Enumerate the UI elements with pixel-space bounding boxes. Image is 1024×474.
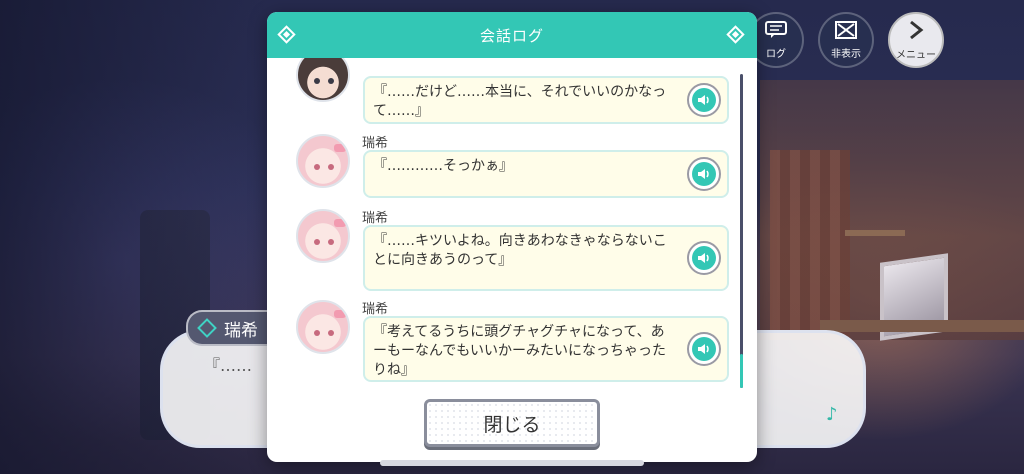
voice-play-button[interactable]: [687, 241, 721, 275]
log-bubble: 『……キツいよね。向きあわなきゃならないことに向きあうのって』: [363, 225, 729, 291]
close-button-label: 閉じる: [483, 413, 541, 436]
conversation-log-dialog: 会話ログ 『……だけど……本当に、それでいいのかなって……』 瑞希 『…………そ…: [267, 12, 757, 462]
log-list[interactable]: 『……だけど……本当に、それでいいのかなって……』 瑞希 『…………そっかぁ』: [267, 58, 757, 394]
hide-window-icon: [835, 20, 857, 43]
chevron-right-icon: [907, 20, 925, 44]
diamond-icon: [197, 318, 217, 338]
music-note-icon[interactable]: ♪: [826, 404, 838, 425]
log-speaker: 瑞希: [362, 302, 389, 317]
scrollbar-track[interactable]: [740, 74, 743, 388]
speaker-icon: [692, 88, 716, 112]
chat-bubble-icon: [765, 20, 787, 43]
dialog-header: 会話ログ: [267, 12, 757, 58]
avatar: [296, 300, 350, 354]
log-button-label: ログ: [766, 48, 786, 60]
close-button[interactable]: 閉じる: [424, 399, 600, 447]
log-speaker: 瑞希: [362, 136, 389, 151]
hide-button[interactable]: 非表示: [818, 12, 874, 68]
speaker-icon: [692, 162, 716, 186]
avatar: [296, 209, 350, 263]
avatar: [296, 58, 350, 102]
speaker-icon: [692, 246, 716, 270]
log-text: 『……だけど……本当に、それでいいのかなって……』: [373, 84, 667, 119]
log-bubble: 『考えてるうちに頭グチャグチャになって、あーもーなんでもいいかーみたいになっちゃ…: [363, 316, 729, 382]
desk: [820, 320, 1024, 332]
log-text: 『……キツいよね。向きあわなきゃならないことに向きあうのって』: [373, 233, 667, 268]
story-text: 『……: [204, 356, 253, 375]
diamond-icon: [277, 25, 296, 44]
hide-button-label: 非表示: [831, 48, 861, 60]
scrollbar-thumb[interactable]: [740, 354, 743, 388]
menu-button-label: メニュー: [896, 49, 936, 61]
diamond-icon: [726, 25, 745, 44]
log-text: 『…………そっかぁ』: [373, 158, 513, 174]
voice-play-button[interactable]: [687, 83, 721, 117]
log-speaker: 瑞希: [362, 211, 389, 226]
menu-button[interactable]: メニュー: [888, 12, 944, 68]
voice-play-button[interactable]: [687, 157, 721, 191]
curtain: [770, 150, 850, 340]
shelf: [845, 230, 905, 236]
log-bubble: 『…………そっかぁ』: [363, 150, 729, 198]
bottom-edge-strip: [380, 460, 644, 466]
dialog-title: 会話ログ: [479, 26, 544, 45]
log-text: 『考えてるうちに頭グチャグチャになって、あーもーなんでもいいかーみたいになっちゃ…: [373, 324, 667, 378]
story-speaker-name: 瑞希: [224, 320, 258, 341]
avatar: [296, 134, 350, 188]
voice-play-button[interactable]: [687, 332, 721, 366]
log-bubble: 『……だけど……本当に、それでいいのかなって……』: [363, 76, 729, 124]
speaker-icon: [692, 337, 716, 361]
